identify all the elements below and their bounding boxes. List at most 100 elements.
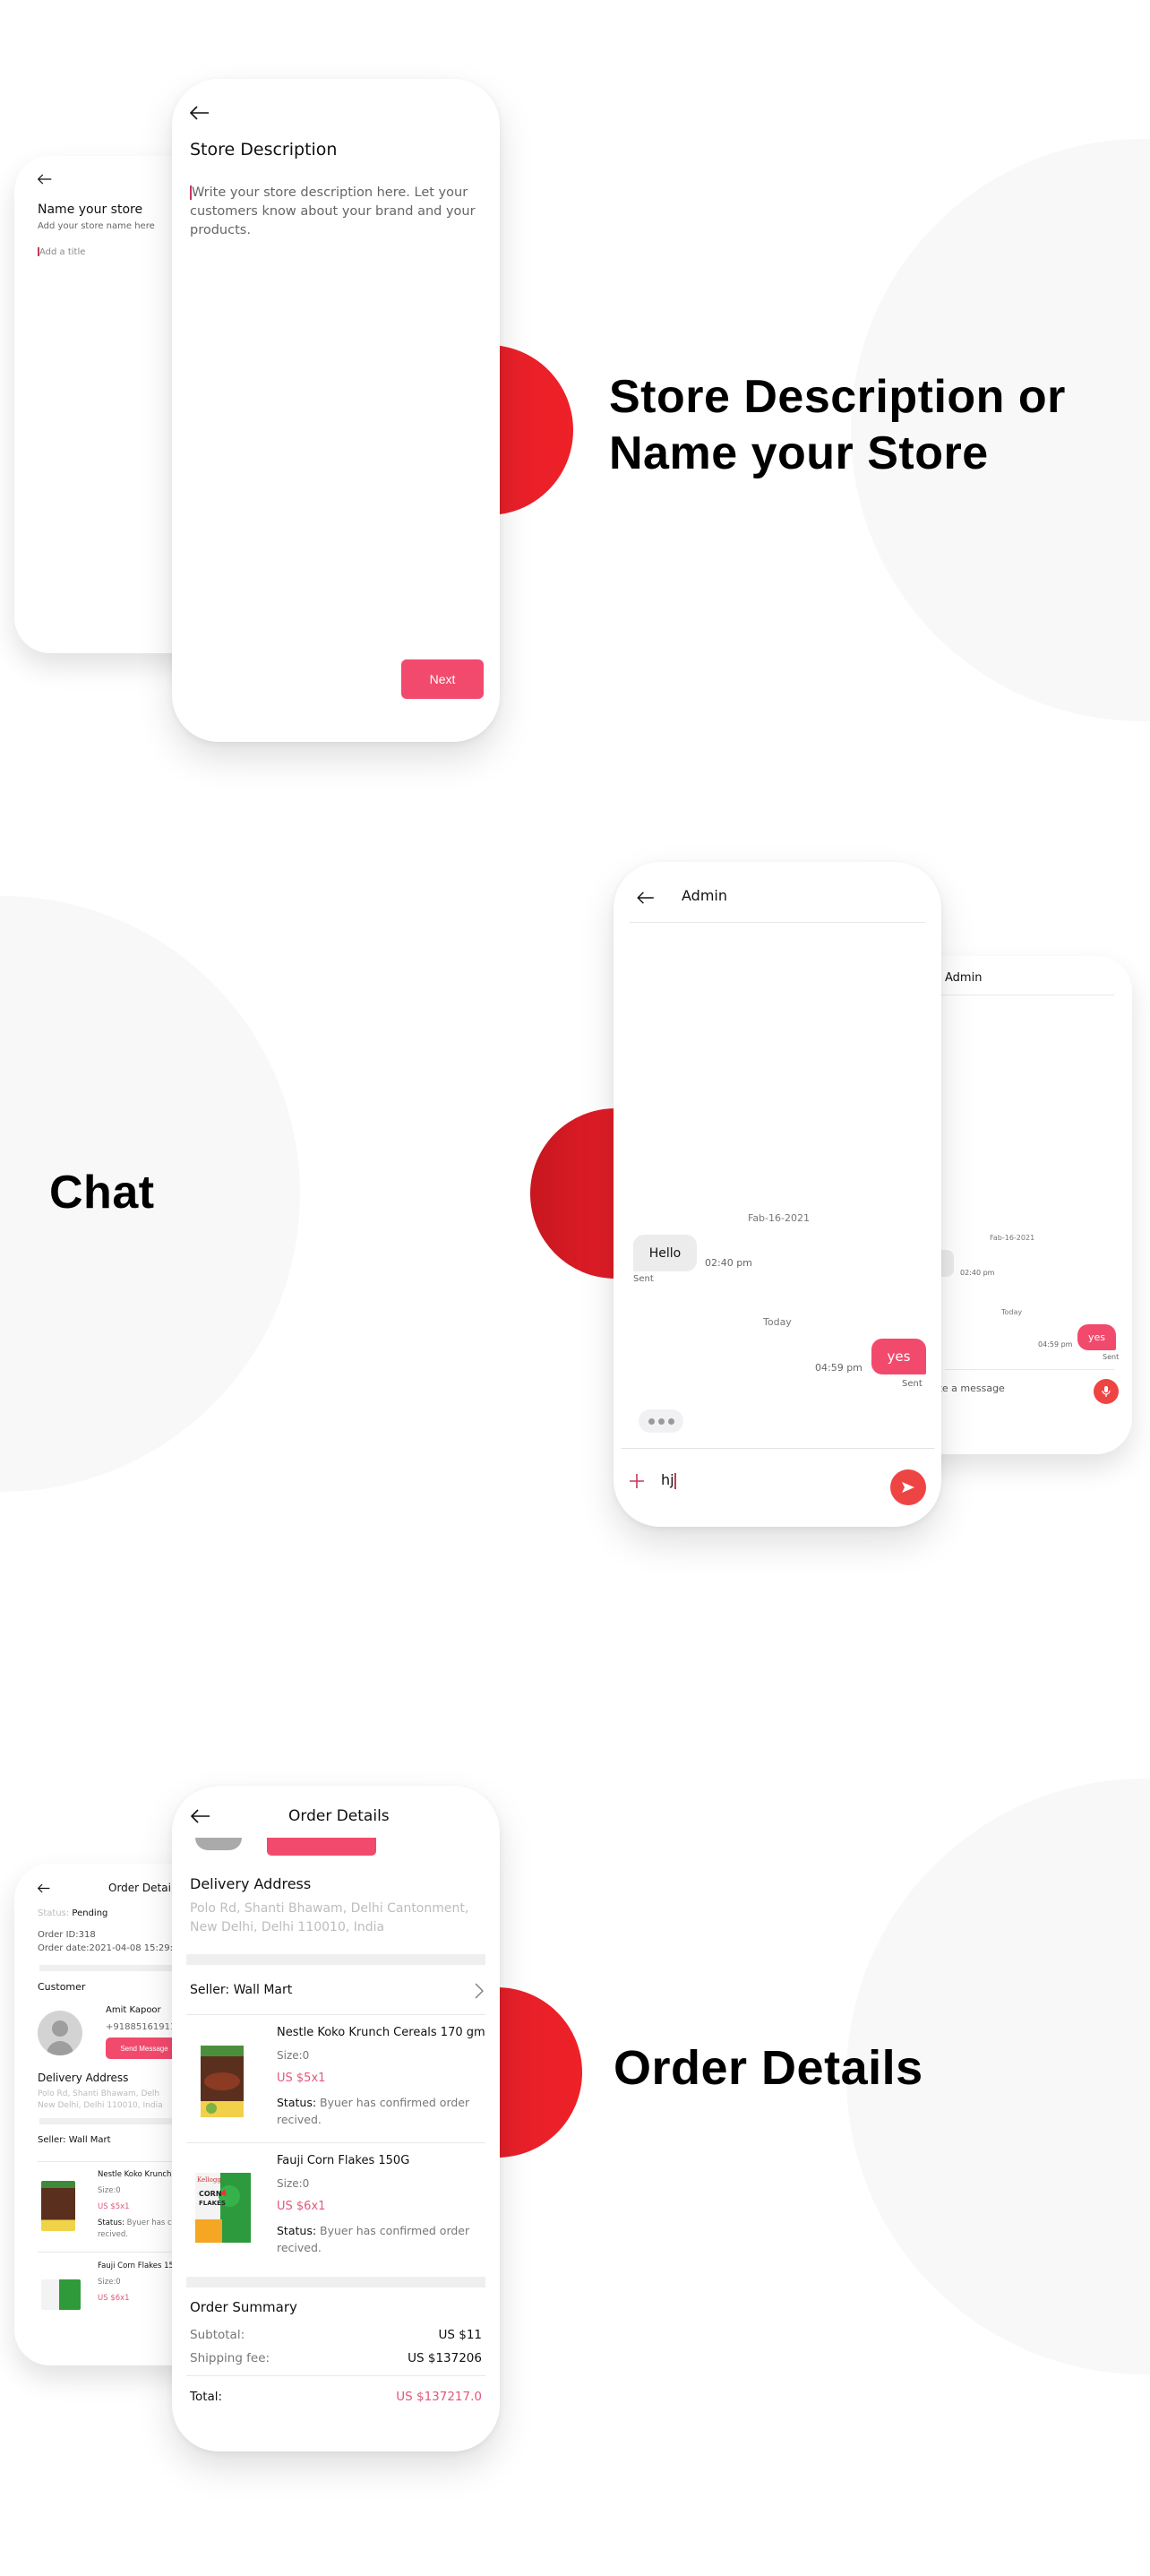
chat-title: Admin xyxy=(682,887,727,904)
typing-dots-icon xyxy=(639,1409,683,1433)
arrow-left-icon[interactable] xyxy=(38,174,52,185)
corn-flakes-box-image: CORN FLAKES Kellogg xyxy=(193,2169,253,2244)
date-separator: Today xyxy=(1001,1308,1023,1316)
product-name: Fauji Corn Flakes 150G xyxy=(277,2154,410,2167)
next-button[interactable]: Next xyxy=(401,659,484,699)
order-section-headline: Order Details xyxy=(614,2041,923,2095)
total-value: US $137217.0 xyxy=(396,2390,482,2404)
message-time: 04:59 pm xyxy=(815,1362,862,1374)
seller-name: Seller: Wall Mart xyxy=(38,2135,111,2145)
date-separator: Fab-16-2021 xyxy=(990,1234,1035,1242)
customer-name: Amit Kapoor xyxy=(106,2005,161,2015)
order-date: Order date:2021-04-08 15:29:4 xyxy=(38,1943,179,1953)
product-name: Nestle Koko Krunch Cereals 170 gm xyxy=(277,2026,485,2039)
address-line: New Delhi, Delhi 110010, India xyxy=(38,2101,163,2110)
name-store-subtitle: Add your store name here xyxy=(38,221,155,231)
arrow-left-icon[interactable] xyxy=(191,1809,210,1823)
message-time: 04:59 pm xyxy=(1038,1340,1073,1348)
arrow-left-icon[interactable] xyxy=(38,1883,50,1893)
product-size: Size:0 xyxy=(277,2049,310,2062)
delivery-address: Polo Rd, Shanti Bhawam, Delhi Cantonment… xyxy=(190,1901,469,1934)
product-name: Nestle Koko Krunch xyxy=(98,2170,172,2179)
product-price: US $6x1 xyxy=(277,2200,326,2213)
customer-heading: Customer xyxy=(38,1981,86,1993)
product-status: Status: Byuer has c xyxy=(98,2218,172,2227)
order-id: Order ID:318 xyxy=(38,1930,96,1940)
seller-name: Seller: Wall Mart xyxy=(190,1983,293,1997)
store-name-input[interactable]: Add a title xyxy=(38,247,85,257)
message-status: Sent xyxy=(633,1274,654,1284)
shipping-label: Shipping fee: xyxy=(190,2351,270,2365)
product-size: Size:0 xyxy=(98,2186,121,2195)
store-description-screen: Store Description Write your store descr… xyxy=(172,79,500,742)
divider xyxy=(621,1448,934,1449)
order-header: Order Details xyxy=(172,1786,500,1838)
product-size: Size:0 xyxy=(277,2177,310,2190)
microphone-button[interactable] xyxy=(1094,1379,1119,1404)
plus-icon[interactable] xyxy=(629,1473,645,1489)
order-details-screen: Send Message Order Details Delivery Addr… xyxy=(172,1786,500,2451)
section-divider xyxy=(186,2277,485,2287)
product-status: Status: Byuer has confirmed order recive… xyxy=(277,2096,470,2126)
customer-phone: +918851619116 xyxy=(106,2022,182,2032)
message-composer: hj xyxy=(614,1448,941,1527)
microphone-icon xyxy=(1102,1386,1111,1397)
chat-header: Admin xyxy=(630,862,925,923)
date-separator: Fab-16-2021 xyxy=(748,1212,810,1224)
message-status: Sent xyxy=(1103,1353,1120,1361)
section-divider xyxy=(186,1954,485,1965)
subtotal-value: US $11 xyxy=(438,2328,482,2342)
order-status: Status: Pending xyxy=(38,1908,108,1918)
store-description-input[interactable]: Write your store description here. Let y… xyxy=(190,184,485,240)
corn-flakes-box-image xyxy=(41,2279,81,2310)
message-input[interactable]: hj xyxy=(661,1471,676,1489)
incoming-message-bubble: Hello xyxy=(633,1235,697,1271)
chat-back-title: Admin xyxy=(945,971,983,985)
product-price: US $6x1 xyxy=(98,2294,130,2303)
total-label: Total: xyxy=(190,2390,223,2404)
store-section-headline: Store Description or Name your Store xyxy=(609,371,1066,480)
cereal-box-image xyxy=(41,2181,75,2231)
delivery-heading: Delivery Address xyxy=(38,2072,129,2084)
product-size: Size:0 xyxy=(98,2278,121,2287)
svg-text:CORN: CORN xyxy=(199,2190,222,2198)
send-message-partial xyxy=(267,1838,376,1856)
product-status: Status: Byuer has confirmed order recive… xyxy=(277,2224,470,2254)
product-price: US $5x1 xyxy=(98,2202,130,2211)
chevron-right-icon xyxy=(475,1983,484,1999)
chat-screen: Admin Fab-16-2021 Hello 02:40 pm Sent To… xyxy=(614,862,941,1527)
order-summary-heading: Order Summary xyxy=(190,2299,297,2315)
order-title: Order Details xyxy=(288,1807,390,1825)
divider xyxy=(186,2142,485,2143)
shipping-value: US $137206 xyxy=(408,2351,482,2365)
message-status: Sent xyxy=(902,1379,923,1389)
arrow-left-icon[interactable] xyxy=(637,892,655,904)
customer-avatar xyxy=(38,2011,82,2055)
product-status: recived. xyxy=(98,2230,128,2239)
send-icon xyxy=(902,1482,914,1493)
outgoing-bubble: yes xyxy=(1077,1324,1116,1350)
name-store-title: Name your store xyxy=(38,202,143,217)
divider xyxy=(945,1369,1114,1370)
message-input[interactable]: rite a message xyxy=(931,1383,1005,1394)
svg-text:Kellogg: Kellogg xyxy=(197,2176,221,2184)
product-name: Fauji Corn Flakes 15 xyxy=(98,2262,174,2270)
svg-text:FLAKES: FLAKES xyxy=(199,2200,226,2207)
order-back-title: Order Details xyxy=(108,1882,180,1894)
order-avatar-partial xyxy=(195,1838,242,1850)
divider xyxy=(186,2014,485,2015)
chat-section-headline: Chat xyxy=(49,1167,155,1219)
send-button[interactable] xyxy=(890,1469,926,1505)
outgoing-message-bubble: yes xyxy=(871,1339,926,1374)
cereal-box-image xyxy=(197,2044,247,2119)
message-time: 02:40 pm xyxy=(705,1257,752,1269)
store-description-title: Store Description xyxy=(190,140,338,159)
subtotal-label: Subtotal: xyxy=(190,2328,245,2342)
arrow-left-icon[interactable] xyxy=(190,106,210,120)
delivery-heading: Delivery Address xyxy=(190,1875,312,1892)
message-time: 02:40 pm xyxy=(960,1269,995,1277)
divider xyxy=(186,2375,485,2376)
product-price: US $5x1 xyxy=(277,2072,326,2085)
seller-row[interactable]: Seller: Wall Mart xyxy=(172,1976,500,2012)
date-separator: Today xyxy=(763,1316,792,1328)
